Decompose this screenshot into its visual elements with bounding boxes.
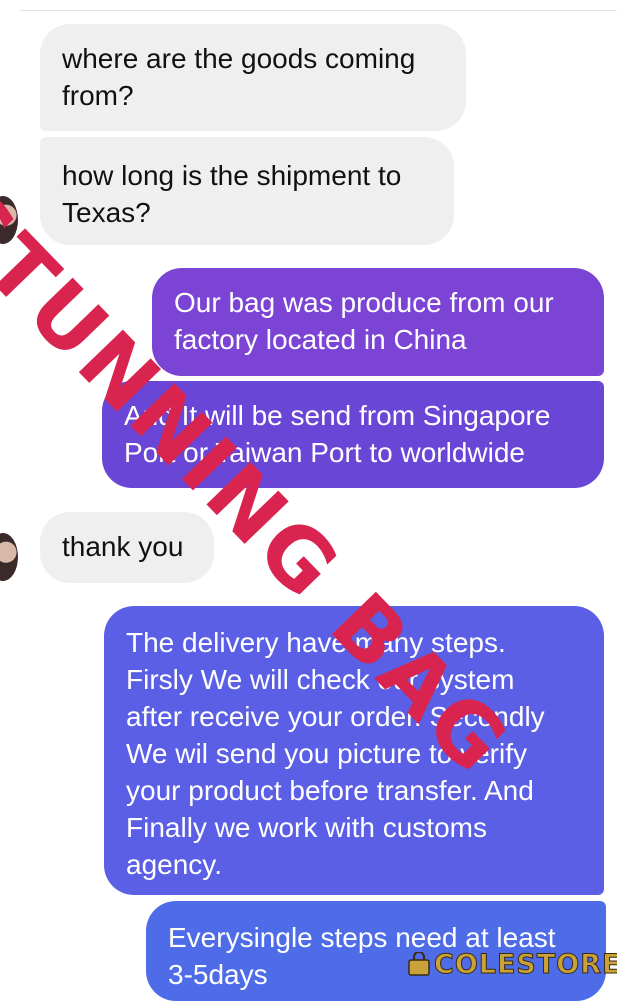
outgoing-message-bubble[interactable]: Our bag was produce from our factory loc… bbox=[152, 268, 604, 376]
outgoing-message-bubble[interactable]: And It will be send from Singapore Port … bbox=[102, 381, 604, 488]
incoming-message-bubble[interactable]: where are the goods coming from? bbox=[40, 24, 466, 131]
incoming-message-bubble[interactable]: thank you bbox=[40, 512, 214, 583]
incoming-message-bubble[interactable]: how long is the shipment to Texas? bbox=[40, 137, 454, 245]
outgoing-message-bubble[interactable]: The delivery have many steps. Firsly We … bbox=[104, 606, 604, 895]
top-divider bbox=[20, 10, 617, 11]
contact-avatar[interactable] bbox=[0, 196, 18, 244]
outgoing-message-bubble[interactable]: Everysingle steps need at least 3-5days bbox=[146, 901, 606, 1001]
contact-avatar[interactable] bbox=[0, 533, 18, 581]
